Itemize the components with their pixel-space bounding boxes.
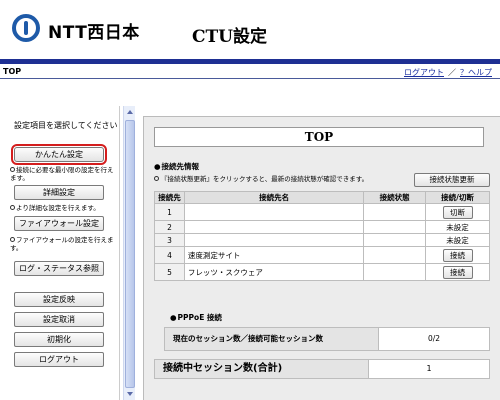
scroll-thumb[interactable] — [125, 120, 135, 388]
ntt-logo-icon — [12, 14, 40, 42]
col-header-name: 接続先名 — [183, 191, 365, 204]
bullet-icon — [10, 205, 15, 210]
row-name: フレッツ・スクウェア — [183, 263, 365, 281]
total-session-box: 接続中セッション数(合計) 1 — [154, 359, 490, 379]
connect-button[interactable]: 接続 — [442, 248, 473, 262]
detail-setup-desc-text: より詳細な設定を行えます。 — [16, 204, 100, 212]
bullet-icon — [154, 176, 159, 181]
main-panel: TOP 接続先情報 『接続状態更新』をクリックすると、最新の接続状態が確認できま… — [143, 116, 500, 400]
col-header-action: 接続/切断 — [425, 191, 490, 204]
row-state — [363, 246, 427, 264]
app-title: CTU設定 — [192, 27, 268, 47]
help-link[interactable]: ？ヘルプ — [460, 68, 492, 77]
logout-link[interactable]: ログアウト — [404, 68, 444, 77]
row-action-cell: 接続 — [425, 263, 490, 281]
row-state — [363, 233, 427, 247]
table-row: 4 速度測定サイト 接続 — [154, 246, 490, 264]
logo-text: NTT西日本 — [48, 23, 140, 43]
pppoe-session-box: 現在のセッション数／接続可能セッション数 0/2 — [164, 327, 490, 351]
col-header-number: 接続先 — [154, 191, 185, 204]
row-name — [183, 203, 365, 221]
easy-setup-desc-text: 接続に必要な最小限の設定を行えます。 — [10, 166, 114, 182]
table-row: 5 フレッツ・スクウェア 接続 — [154, 263, 490, 281]
row-number: 2 — [154, 220, 185, 234]
conn-info-note-text: 『接続状態更新』をクリックすると、最新の接続状態が確認できます。 — [161, 175, 369, 183]
connect-button[interactable]: 接続 — [442, 265, 473, 279]
row-name: 速度測定サイト — [183, 246, 365, 264]
row-number: 1 — [154, 203, 185, 221]
apply-settings-button[interactable]: 設定反映 — [14, 292, 104, 307]
row-number: 5 — [154, 263, 185, 281]
conn-info-note: 『接続状態更新』をクリックすると、最新の接続状態が確認できます。 — [154, 173, 368, 183]
app-header: NTT西日本 CTU設定 — [0, 0, 500, 60]
sidebar-heading: 設定項目を選択してください — [14, 121, 118, 130]
easy-setup-desc: 接続に必要な最小限の設定を行えます。 — [10, 166, 116, 182]
connection-table: 接続先 接続先名 接続状態 接続/切断 1 切断 2 未設定 3 未設定 4 速… — [154, 191, 490, 281]
firewall-setup-desc-text: ファイアウォールの設定を行えます。 — [10, 236, 114, 252]
pppoe-session-label: 現在のセッション数／接続可能セッション数 — [165, 328, 379, 350]
scroll-down-arrow-icon[interactable] — [125, 389, 135, 399]
easy-setup-button[interactable]: かんたん設定 — [11, 144, 107, 165]
detail-setup-button[interactable]: 詳細設定 — [14, 185, 104, 200]
sidebar-logout-button[interactable]: ログアウト — [14, 352, 104, 367]
total-session-value: 1 — [426, 364, 432, 373]
bullet-icon — [10, 167, 15, 172]
row-action-status: 未設定 — [425, 233, 490, 247]
refresh-status-button[interactable]: 接続状態更新 — [414, 173, 490, 187]
conn-info-heading: 接続先情報 — [154, 161, 200, 172]
table-row: 2 未設定 — [154, 220, 490, 234]
header-links: ログアウト ／ ？ヘルプ — [404, 67, 492, 78]
scroll-up-arrow-icon[interactable] — [125, 108, 135, 118]
sidebar: 設定項目を選択してください かんたん設定 接続に必要な最小限の設定を行えます。 … — [0, 106, 120, 400]
row-action-status: 未設定 — [425, 220, 490, 234]
row-action-cell: 切断 — [425, 203, 490, 221]
col-header-state: 接続状態 — [363, 191, 427, 204]
row-number: 3 — [154, 233, 185, 247]
row-state — [363, 220, 427, 234]
link-separator: ／ — [448, 68, 456, 77]
page-label: TOP — [3, 67, 22, 76]
row-action-cell: 接続 — [425, 246, 490, 264]
row-name — [183, 233, 365, 247]
table-row: 1 切断 — [154, 203, 490, 221]
firewall-setup-button[interactable]: ファイアウォール設定 — [14, 216, 104, 231]
firewall-setup-desc: ファイアウォールの設定を行えます。 — [10, 236, 116, 252]
log-status-button[interactable]: ログ・ステータス参照 — [14, 261, 104, 276]
detail-setup-desc: より詳細な設定を行えます。 — [10, 204, 116, 212]
pppoe-heading: PPPoE 接続 — [170, 312, 222, 323]
sub-toolbar: TOP ログアウト ／ ？ヘルプ — [0, 64, 500, 79]
cancel-settings-button[interactable]: 設定取消 — [14, 312, 104, 327]
row-number: 4 — [154, 246, 185, 264]
initialize-button[interactable]: 初期化 — [14, 332, 104, 347]
row-name — [183, 220, 365, 234]
disconnect-button[interactable]: 切断 — [442, 205, 473, 219]
row-state — [363, 203, 427, 221]
row-state — [363, 263, 427, 281]
table-row: 3 未設定 — [154, 233, 490, 247]
pppoe-session-value: 0/2 — [427, 334, 441, 343]
bullet-icon — [10, 237, 15, 242]
sidebar-scrollbar[interactable] — [123, 106, 135, 400]
main-title: TOP — [154, 127, 484, 147]
total-session-label: 接続中セッション数(合計) — [155, 360, 369, 378]
table-header-row: 接続先 接続先名 接続状態 接続/切断 — [154, 191, 490, 204]
